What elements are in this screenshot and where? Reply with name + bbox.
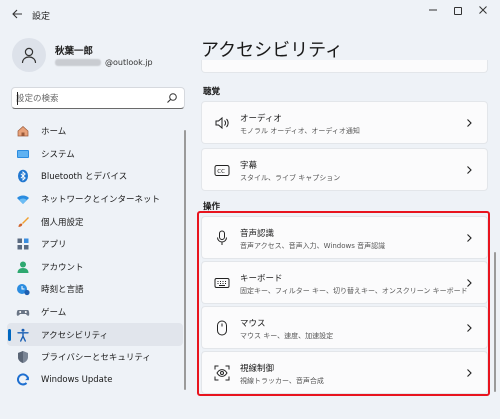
- sidebar-item-label: プライバシーとセキュリティ: [41, 353, 151, 364]
- sidebar-item-apps[interactable]: アプリ: [7, 233, 183, 256]
- sidebar-item-privacy[interactable]: プライバシーとセキュリティ: [7, 346, 183, 369]
- brush-icon: [15, 214, 31, 230]
- speaker-icon: [213, 114, 231, 132]
- wifi-icon: [15, 191, 31, 207]
- close-icon: [479, 6, 487, 14]
- shield-icon: [15, 349, 31, 365]
- bluetooth-icon: [15, 168, 31, 184]
- account-icon: [15, 259, 31, 275]
- main-scrollbar[interactable]: [494, 252, 496, 392]
- page-title: アクセシビリティ: [201, 40, 344, 61]
- maximize-icon: [454, 7, 462, 15]
- sidebar-item-home[interactable]: ホーム: [7, 120, 183, 143]
- sidebar-item-windows-update[interactable]: Windows Update: [7, 369, 183, 392]
- gaming-icon: [15, 304, 31, 320]
- sidebar-item-personalization[interactable]: 個人用設定: [7, 210, 183, 233]
- card-captions[interactable]: CC 字幕 スタイル、ライブ キャプション: [201, 148, 488, 191]
- card-description: モノラル オーディオ、オーディオ通知: [240, 127, 360, 135]
- card-title: 字幕: [240, 161, 258, 171]
- text-caret: [17, 92, 18, 105]
- apps-icon: [15, 236, 31, 252]
- svg-text:CC: CC: [217, 169, 225, 175]
- email-domain: @outlook.jp: [105, 58, 153, 67]
- time-language-icon: [15, 281, 31, 297]
- search-icon[interactable]: [166, 92, 178, 104]
- sidebar-item-label: ゲーム: [41, 308, 67, 319]
- app-title: 設定: [32, 12, 51, 22]
- minimize-icon: [429, 9, 437, 11]
- sidebar-nav: ホーム システム Bluetooth とデバイス ネットワークとインターネット …: [7, 120, 183, 391]
- sidebar-item-label: ホーム: [41, 127, 67, 138]
- title-bar: 設定: [0, 0, 500, 30]
- search-box[interactable]: [11, 87, 185, 109]
- system-icon: [15, 146, 31, 162]
- chevron-right-icon: [467, 119, 472, 127]
- highlight-box: [197, 211, 490, 396]
- search-input[interactable]: [16, 91, 164, 106]
- sidebar-item-bluetooth[interactable]: Bluetooth とデバイス: [7, 165, 183, 188]
- sidebar-item-gaming[interactable]: ゲーム: [7, 301, 183, 324]
- sidebar-item-accounts[interactable]: アカウント: [7, 256, 183, 279]
- home-icon: [15, 123, 31, 139]
- sidebar-item-label: Bluetooth とデバイス: [41, 172, 128, 183]
- sidebar-item-label: ネットワークとインターネット: [41, 195, 161, 206]
- windows-update-icon: [15, 372, 31, 388]
- sidebar-scrollbar[interactable]: [184, 130, 186, 390]
- sidebar-item-label: アプリ: [41, 240, 67, 251]
- minimize-button[interactable]: [422, 4, 444, 22]
- sidebar-item-time-language[interactable]: 時刻と言語: [7, 278, 183, 301]
- sidebar-item-label: アカウント: [41, 262, 84, 273]
- sidebar-item-label: 個人用設定: [41, 217, 84, 228]
- card-description: スタイル、ライブ キャプション: [240, 174, 341, 182]
- person-icon: [21, 47, 37, 64]
- email-redacted: [55, 59, 101, 66]
- card-audio[interactable]: オーディオ モノラル オーディオ、オーディオ通知: [201, 101, 488, 144]
- maximize-button[interactable]: [447, 4, 469, 22]
- sidebar-item-label: 時刻と言語: [41, 285, 84, 296]
- sidebar-item-network[interactable]: ネットワークとインターネット: [7, 188, 183, 211]
- card-title: オーディオ: [240, 114, 282, 124]
- close-button[interactable]: [472, 4, 494, 22]
- card-partial[interactable]: [201, 60, 488, 73]
- arrow-left-icon: [12, 9, 22, 19]
- sidebar-item-label: Windows Update: [41, 374, 113, 385]
- profile-email: @outlook.jp: [55, 58, 153, 67]
- captions-icon: CC: [213, 161, 231, 179]
- chevron-right-icon: [467, 166, 472, 174]
- sidebar-item-system[interactable]: システム: [7, 143, 183, 166]
- sidebar-item-accessibility[interactable]: アクセシビリティ: [7, 323, 183, 346]
- avatar[interactable]: [12, 38, 46, 72]
- accessibility-icon: [15, 327, 31, 343]
- profile-name: 秋葉一郎: [55, 46, 94, 57]
- sidebar-item-label: システム: [41, 149, 75, 160]
- sidebar-item-label: アクセシビリティ: [41, 330, 109, 341]
- selection-indicator: [8, 329, 11, 342]
- section-label-hearing: 聴覚: [203, 87, 221, 97]
- back-button[interactable]: [10, 8, 24, 22]
